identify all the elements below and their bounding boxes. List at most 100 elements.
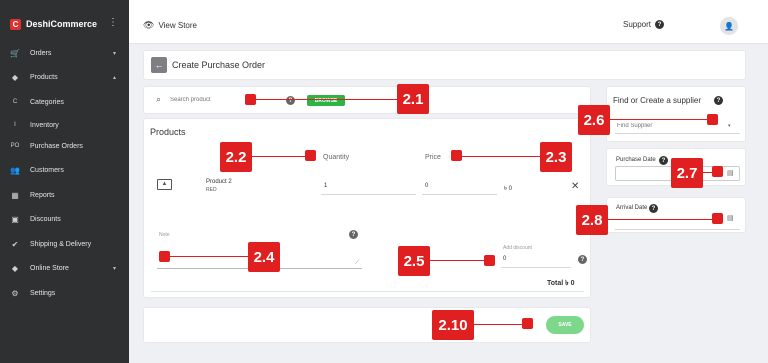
- resize-handle-icon: ⟋: [355, 260, 360, 266]
- annotation-marker: [712, 166, 723, 177]
- view-store-link[interactable]: 👁 View Store: [143, 20, 197, 31]
- gear-icon: ⚙: [11, 288, 19, 298]
- help-icon[interactable]: ?: [649, 204, 658, 213]
- save-button[interactable]: SAVE: [546, 316, 584, 334]
- arrival-date-card: Arrival Date ? ▤: [606, 197, 746, 233]
- sidebar-item-abbr: C: [12, 99, 18, 105]
- calendar-icon[interactable]: ▤: [727, 169, 734, 177]
- annotation-marker: [159, 251, 170, 262]
- sidebar-item-label: Inventory: [30, 121, 59, 129]
- layers-icon: ◆: [11, 263, 19, 273]
- annotation-marker: [707, 114, 718, 125]
- annotation-label: 2.7: [671, 158, 703, 188]
- help-icon[interactable]: ?: [714, 96, 723, 105]
- user-avatar-icon[interactable]: 👤: [720, 17, 738, 35]
- products-heading: Products: [150, 127, 186, 137]
- chevron-up-icon: ▴: [112, 74, 116, 81]
- annotation-line: [610, 119, 707, 120]
- eye-icon: 👁: [143, 20, 155, 30]
- topbar: 👁 View Store Support ? 👤: [129, 0, 768, 44]
- annotation-label: 2.8: [576, 205, 608, 235]
- calendar-icon[interactable]: ▤: [727, 214, 734, 222]
- search-icon: ⌕: [156, 94, 162, 104]
- view-store-label: View Store: [158, 21, 197, 30]
- help-icon[interactable]: ?: [578, 255, 587, 264]
- sidebar-item-discounts[interactable]: ▣ Discounts: [10, 210, 122, 228]
- browse-button[interactable]: BROWSE: [307, 95, 345, 106]
- search-input[interactable]: [170, 93, 280, 107]
- discount-label: Add discount: [503, 245, 532, 251]
- help-icon[interactable]: ?: [659, 156, 668, 165]
- annotation-label: 2.10: [432, 310, 474, 340]
- annotation-label: 2.3: [540, 142, 572, 172]
- chevron-down-icon: ▾: [112, 265, 116, 272]
- page-title: Create Purchase Order: [172, 60, 266, 70]
- sidebar-item-label: Shipping & Delivery: [30, 240, 92, 248]
- sidebar-item-abbr: PO: [10, 143, 20, 149]
- annotation-marker: [305, 150, 316, 161]
- discount-underline: [501, 267, 571, 268]
- annotation-line: [474, 324, 522, 325]
- sidebar-item-reports[interactable]: ▦ Reports: [10, 186, 122, 204]
- sidebar-item-label: Discounts: [30, 215, 61, 223]
- sidebar-item-label: Orders: [30, 49, 52, 57]
- price-input[interactable]: 0: [425, 183, 428, 189]
- sidebar-item-products[interactable]: ◆ Products ▴: [10, 68, 122, 86]
- sidebar-item-label: Reports: [30, 191, 55, 199]
- sidebar-item-shipping[interactable]: ✔ Shipping & Delivery: [10, 235, 122, 253]
- close-icon[interactable]: ✕: [571, 181, 579, 192]
- annotation-label: 2.5: [398, 246, 430, 276]
- page-header: ← Create Purchase Order: [143, 50, 746, 80]
- note-label: Note: [159, 232, 170, 238]
- annotation-marker: [451, 150, 462, 161]
- sidebar-item-label: Customers: [30, 166, 64, 174]
- arrival-date-input[interactable]: [615, 229, 740, 230]
- check-circle-icon: ✔: [11, 239, 19, 249]
- more-vertical-icon[interactable]: ⋮: [108, 17, 118, 28]
- support-label: Support: [623, 20, 652, 29]
- supplier-card: Find or Create a supplier ? ▾: [606, 86, 746, 142]
- supplier-underline: [615, 133, 740, 134]
- chart-icon: ▦: [11, 190, 19, 200]
- users-icon: 👥: [10, 165, 20, 175]
- annotation-line: [256, 99, 397, 100]
- cart-icon: 🛒: [10, 48, 20, 58]
- search-card: ⌕ ? BROWSE: [143, 86, 591, 114]
- arrow-left-icon[interactable]: ←: [151, 57, 167, 73]
- sidebar-item-orders[interactable]: 🛒 Orders ▾: [10, 44, 122, 62]
- sidebar-item-categories[interactable]: C Categories: [10, 93, 122, 111]
- divider: [151, 291, 584, 292]
- help-icon[interactable]: ?: [349, 230, 358, 239]
- sidebar-item-label: Online Store: [30, 264, 69, 272]
- brand-logo: C: [10, 18, 21, 30]
- chevron-down-icon[interactable]: ▾: [728, 123, 731, 129]
- help-icon: ?: [655, 20, 665, 29]
- sidebar-item-customers[interactable]: 👥 Customers: [10, 161, 122, 179]
- chevron-down-icon: ▾: [112, 50, 116, 57]
- annotation-line: [430, 260, 484, 261]
- annotation-marker: [245, 94, 256, 105]
- sidebar-item-purchase-orders[interactable]: PO Purchase Orders: [10, 137, 122, 155]
- annotation-line: [462, 156, 540, 157]
- annotation-label: 2.1: [397, 84, 429, 114]
- product-name: Product 2: [206, 179, 232, 185]
- annotation-marker: [712, 213, 723, 224]
- quantity-input[interactable]: 1: [324, 183, 327, 189]
- discount-input[interactable]: 0: [503, 256, 506, 262]
- supplier-title: Find or Create a supplier: [613, 96, 702, 105]
- annotation-line: [608, 219, 712, 220]
- annotation-label: 2.2: [220, 142, 252, 172]
- support-link[interactable]: Support ?: [623, 20, 665, 29]
- sidebar-item-inventory[interactable]: I Inventory: [10, 116, 122, 134]
- sidebar: C DeshiCommerce ⋮ 🛒 Orders ▾ ◆ Products …: [0, 0, 129, 363]
- annotation-label: 2.6: [578, 105, 610, 135]
- order-total: Total ৳ 0: [547, 280, 575, 287]
- sidebar-item-online-store[interactable]: ◆ Online Store ▾: [10, 259, 122, 277]
- help-icon[interactable]: ?: [286, 96, 295, 105]
- sidebar-item-settings[interactable]: ⚙ Settings: [10, 284, 122, 302]
- brand[interactable]: C DeshiCommerce ⋮: [10, 15, 122, 33]
- price-header: Price: [425, 154, 441, 161]
- annotation-line: [170, 256, 248, 257]
- tag-icon: ▣: [11, 214, 19, 224]
- brand-name: DeshiCommerce: [26, 19, 98, 29]
